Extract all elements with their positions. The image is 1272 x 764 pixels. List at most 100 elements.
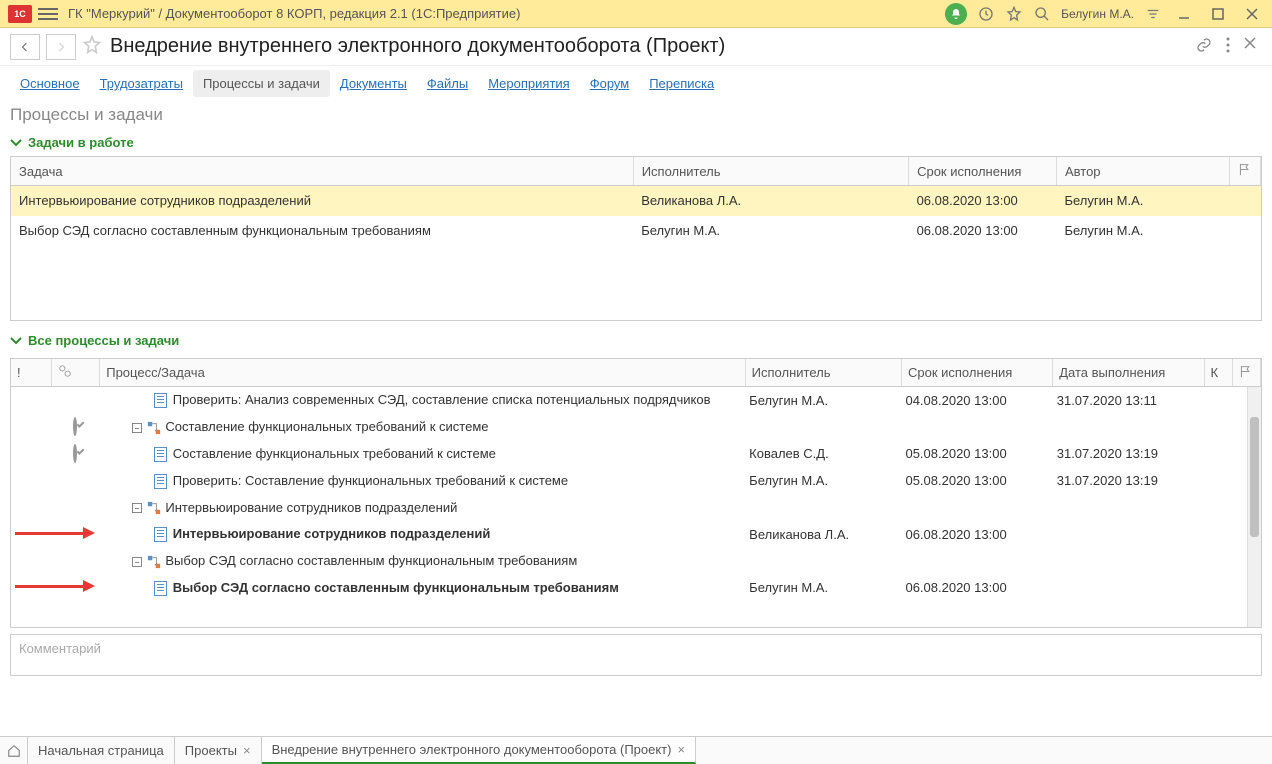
done-cell — [1053, 414, 1204, 441]
kebab-menu-icon[interactable] — [1226, 37, 1230, 56]
document-icon — [154, 393, 167, 408]
col-k[interactable]: К — [1204, 359, 1232, 387]
col-executor2[interactable]: Исполнитель — [745, 359, 901, 387]
task-cell: Интервьюирование сотрудников подразделен… — [11, 186, 633, 216]
close-tab-icon[interactable]: × — [243, 743, 251, 758]
col-executor[interactable]: Исполнитель — [633, 157, 908, 186]
btab-label: Внедрение внутреннего электронного докум… — [272, 742, 672, 757]
done-cell — [1053, 494, 1204, 521]
due-cell: 06.08.2020 13:00 — [901, 574, 1052, 601]
home-tab-icon[interactable] — [0, 737, 28, 764]
process-text: Проверить: Анализ современных СЭД, соста… — [173, 392, 711, 407]
col-task[interactable]: Задача — [11, 157, 633, 186]
tab-files[interactable]: Файлы — [417, 70, 478, 97]
col-author[interactable]: Автор — [1056, 157, 1229, 186]
bottom-tab-start[interactable]: Начальная страница — [28, 737, 175, 764]
tab-main[interactable]: Основное — [10, 70, 90, 97]
col-flag[interactable] — [1230, 157, 1261, 186]
col-process[interactable]: Процесс/Задача — [100, 359, 745, 387]
processes-table: ! Процесс/Задача Исполнитель Срок исполн… — [10, 358, 1262, 628]
current-user-label[interactable]: Белугин М.А. — [1061, 7, 1134, 21]
done-cell: 31.07.2020 13:19 — [1053, 440, 1204, 467]
due-cell: 04.08.2020 13:00 — [901, 387, 1052, 414]
document-icon — [154, 474, 167, 489]
process-row[interactable]: Проверить: Анализ современных СЭД, соста… — [11, 387, 1261, 414]
executor-cell: Белугин М.А. — [745, 467, 901, 494]
status-pending-icon — [73, 417, 77, 436]
due-cell: 06.08.2020 13:00 — [901, 521, 1052, 548]
tab-labor[interactable]: Трудозатраты — [90, 70, 193, 97]
process-row[interactable]: Составление функциональных требований к … — [11, 440, 1261, 467]
process-text: Выбор СЭД согласно составленным функцион… — [173, 580, 619, 595]
bottom-tab-projects[interactable]: Проекты × — [175, 737, 262, 764]
group-all-label: Все процессы и задачи — [28, 333, 179, 348]
group-tasks-in-work-header[interactable]: Задачи в работе — [0, 133, 1272, 156]
tree-collapse-icon[interactable] — [132, 423, 142, 433]
process-row[interactable]: Интервьюирование сотрудников подразделен… — [11, 494, 1261, 521]
process-row[interactable]: Выбор СЭД согласно составленным функцион… — [11, 574, 1261, 601]
search-icon[interactable] — [1033, 5, 1051, 23]
close-tab-icon[interactable]: × — [677, 742, 685, 757]
tree-collapse-icon[interactable] — [132, 503, 142, 513]
bottom-tab-current[interactable]: Внедрение внутреннего электронного докум… — [262, 737, 697, 764]
red-arrow-icon — [15, 527, 95, 539]
favorite-page-star-icon[interactable] — [82, 35, 104, 58]
author-cell: Белугин М.А. — [1056, 216, 1229, 246]
due-cell: 05.08.2020 13:00 — [901, 440, 1052, 467]
vertical-scrollbar[interactable] — [1247, 387, 1261, 627]
red-arrow-icon — [15, 580, 95, 592]
tab-documents[interactable]: Документы — [330, 70, 417, 97]
favorite-star-icon[interactable] — [1005, 5, 1023, 23]
process-row[interactable]: Проверить: Составление функциональных тр… — [11, 467, 1261, 494]
due-cell: 06.08.2020 13:00 — [909, 186, 1057, 216]
nav-forward-button[interactable] — [46, 34, 76, 60]
col-flag2[interactable] — [1232, 359, 1260, 387]
executor-cell: Белугин М.А. — [745, 387, 901, 414]
tab-events[interactable]: Мероприятия — [478, 70, 580, 97]
process-text: Составление функциональных требований к … — [165, 419, 488, 434]
col-status[interactable] — [51, 359, 100, 387]
process-row[interactable]: Интервьюирование сотрудников подразделен… — [11, 521, 1261, 548]
due-cell: 06.08.2020 13:00 — [909, 216, 1057, 246]
done-cell: 31.07.2020 13:11 — [1053, 387, 1204, 414]
process-text: Составление функциональных требований к … — [173, 446, 496, 461]
comment-input[interactable]: Комментарий — [10, 634, 1262, 676]
group-tasks-label: Задачи в работе — [28, 135, 134, 150]
process-icon — [147, 555, 161, 569]
settings-lines-icon[interactable] — [1144, 5, 1162, 23]
col-due[interactable]: Срок исполнения — [909, 157, 1057, 186]
history-icon[interactable] — [977, 5, 995, 23]
btab-label: Начальная страница — [38, 743, 164, 758]
tab-forum[interactable]: Форум — [580, 70, 640, 97]
col-done[interactable]: Дата выполнения — [1053, 359, 1204, 387]
col-due2[interactable]: Срок исполнения — [901, 359, 1052, 387]
due-cell — [901, 414, 1052, 441]
col-important[interactable]: ! — [11, 359, 51, 387]
group-all-processes-header[interactable]: Все процессы и задачи — [0, 331, 1272, 354]
close-page-button[interactable] — [1244, 37, 1256, 56]
process-row[interactable]: Выбор СЭД согласно составленным функцион… — [11, 548, 1261, 575]
close-window-button[interactable] — [1240, 5, 1264, 23]
executor-cell: Белугин М.А. — [633, 216, 908, 246]
done-cell — [1053, 574, 1204, 601]
notifications-bell-icon[interactable] — [945, 3, 967, 25]
tab-correspondence[interactable]: Переписка — [639, 70, 724, 97]
menu-hamburger-icon[interactable] — [38, 4, 58, 24]
section-title: Процессы и задачи — [0, 105, 1272, 133]
done-cell — [1053, 548, 1204, 575]
document-icon — [154, 447, 167, 462]
task-row[interactable]: Интервьюирование сотрудников подразделен… — [11, 186, 1261, 216]
minimize-button[interactable] — [1172, 5, 1196, 23]
link-icon[interactable] — [1196, 37, 1212, 56]
executor-cell: Белугин М.А. — [745, 574, 901, 601]
due-cell — [901, 548, 1052, 575]
nav-back-button[interactable] — [10, 34, 40, 60]
maximize-button[interactable] — [1206, 5, 1230, 23]
executor-cell: Ковалев С.Д. — [745, 440, 901, 467]
tree-collapse-icon[interactable] — [132, 557, 142, 567]
tab-processes[interactable]: Процессы и задачи — [193, 70, 330, 97]
process-row[interactable]: Составление функциональных требований к … — [11, 414, 1261, 441]
process-icon — [147, 501, 161, 515]
task-row[interactable]: Выбор СЭД согласно составленным функцион… — [11, 216, 1261, 246]
executor-cell — [745, 548, 901, 575]
